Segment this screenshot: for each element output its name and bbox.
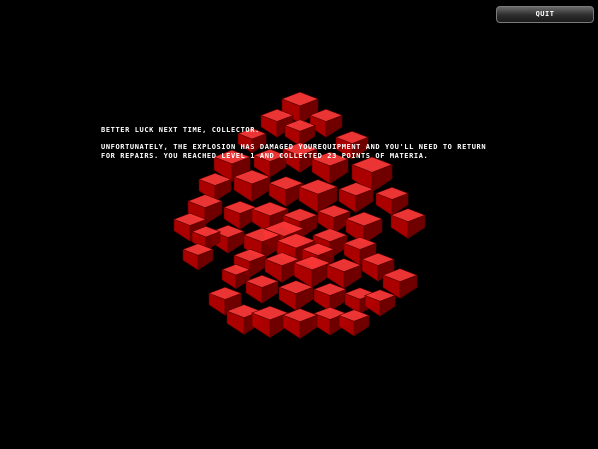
red-cube xyxy=(278,280,314,311)
red-cube xyxy=(233,169,271,203)
message-body: UNFORTUNATELY, THE EXPLOSION HAS DAMAGED… xyxy=(101,143,487,160)
quit-button[interactable]: QUIT xyxy=(496,6,594,23)
red-cube xyxy=(251,305,289,339)
red-cube xyxy=(223,200,257,230)
red-cube xyxy=(245,274,279,304)
red-cube xyxy=(282,308,318,339)
red-cube xyxy=(390,208,426,239)
message-title: BETTER LUCK NEXT TIME, COLLECTOR. xyxy=(101,126,260,134)
red-cube xyxy=(338,309,370,337)
cube-explosion-scene xyxy=(173,91,426,339)
red-cube xyxy=(182,243,214,271)
red-cube xyxy=(317,204,351,234)
red-cube xyxy=(268,176,304,207)
game-over-message: BETTER LUCK NEXT TIME, COLLECTOR. UNFORT… xyxy=(101,126,501,161)
red-cube xyxy=(338,182,374,213)
red-cube xyxy=(364,289,396,317)
